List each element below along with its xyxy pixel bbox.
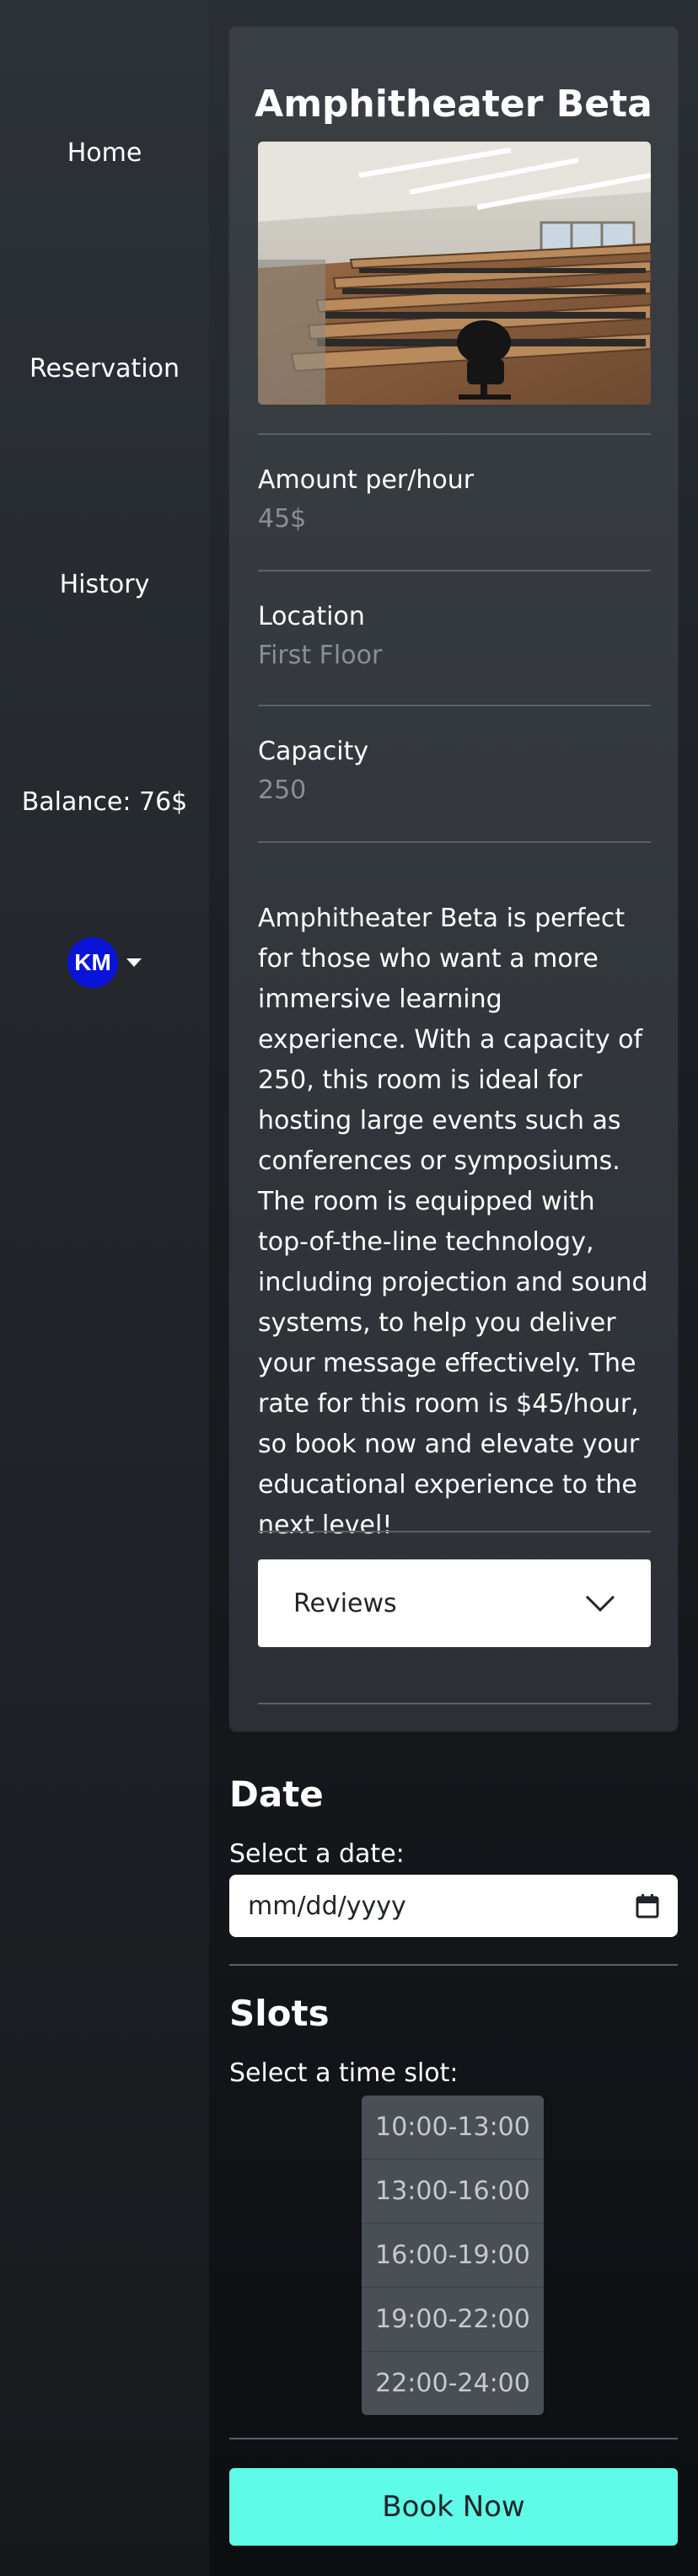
- capacity-value: 250: [258, 775, 307, 805]
- slot-option[interactable]: 16:00-19:00: [362, 2224, 544, 2288]
- date-label: Select a date:: [229, 1839, 405, 1869]
- chevron-down-icon: [585, 1595, 615, 1612]
- capacity-label: Capacity: [258, 737, 369, 766]
- divider: [258, 705, 651, 706]
- room-photo: [258, 142, 651, 405]
- user-menu-toggle[interactable]: KM: [67, 937, 142, 988]
- room-description: Amphitheater Beta is perfect for those w…: [258, 904, 648, 1540]
- slots-label: Select a time slot:: [229, 2058, 459, 2088]
- location-value: First Floor: [258, 641, 383, 670]
- slot-option[interactable]: 19:00-22:00: [362, 2288, 544, 2352]
- book-now-button[interactable]: Book Now: [229, 2468, 678, 2546]
- balance-display: Balance: 76$: [21, 787, 188, 817]
- room-card: Amphitheater Beta Amount per/hour 45$ Lo…: [229, 27, 678, 1731]
- reviews-accordion[interactable]: Reviews: [258, 1559, 651, 1647]
- reviews-label: Reviews: [293, 1588, 397, 1618]
- date-placeholder: mm/dd/yyyy: [248, 1891, 406, 1921]
- sidebar: Home Reservation History Balance: 76$ KM: [0, 0, 209, 2576]
- divider: [258, 433, 651, 435]
- slot-option[interactable]: 22:00-24:00: [362, 2352, 544, 2415]
- calendar-icon[interactable]: [636, 1893, 659, 1919]
- divider: [229, 2438, 678, 2439]
- nav-history[interactable]: History: [0, 570, 209, 599]
- divider: [258, 570, 651, 572]
- date-title: Date: [229, 1774, 324, 1815]
- avatar[interactable]: KM: [67, 937, 118, 988]
- divider: [258, 841, 651, 843]
- slot-option[interactable]: 10:00-13:00: [362, 2096, 544, 2160]
- slot-list: 10:00-13:00 13:00-16:00 16:00-19:00 19:0…: [362, 2096, 544, 2415]
- room-title: Amphitheater Beta: [255, 83, 652, 126]
- amount-value: 45$: [258, 504, 307, 534]
- slots-title: Slots: [229, 1993, 330, 2034]
- divider: [258, 1703, 651, 1704]
- nav-home[interactable]: Home: [0, 138, 209, 168]
- date-input[interactable]: mm/dd/yyyy: [229, 1875, 678, 1937]
- divider: [229, 1964, 678, 1966]
- location-label: Location: [258, 602, 365, 631]
- divider: [258, 1531, 651, 1532]
- caret-down-icon[interactable]: [126, 958, 142, 967]
- slot-option[interactable]: 13:00-16:00: [362, 2160, 544, 2224]
- amount-label: Amount per/hour: [258, 465, 475, 495]
- nav-reservation[interactable]: Reservation: [0, 354, 209, 384]
